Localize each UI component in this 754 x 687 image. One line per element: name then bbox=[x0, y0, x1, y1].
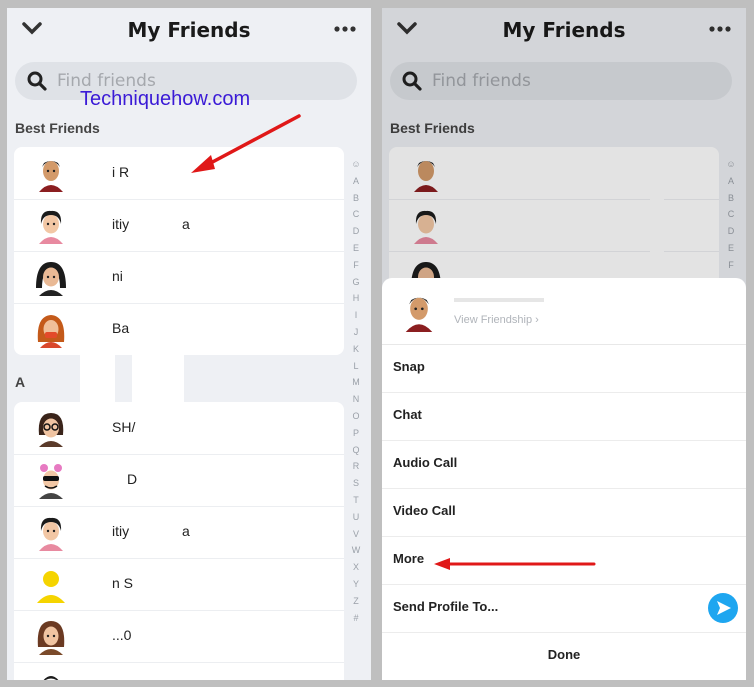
index-letter[interactable]: H bbox=[349, 290, 363, 307]
woman-brown-avatar bbox=[37, 621, 65, 655]
header: My Friends bbox=[7, 8, 371, 54]
man-avatar bbox=[43, 676, 59, 680]
friend-name: ni bbox=[112, 268, 123, 284]
redaction-mask bbox=[80, 353, 115, 403]
index-letter[interactable]: Y bbox=[349, 576, 363, 593]
friend-name: itiy bbox=[112, 216, 130, 232]
friend-action-sheet: View Friendship › Snap Chat Audio Call V… bbox=[382, 278, 746, 680]
index-letter[interactable]: L bbox=[349, 358, 363, 375]
action-label: Chat bbox=[393, 407, 422, 422]
index-letter[interactable]: M bbox=[349, 374, 363, 391]
section-a: A bbox=[15, 374, 26, 390]
friend-name-suffix: a bbox=[182, 216, 190, 232]
friend-name: itiy bbox=[112, 523, 130, 539]
best-friends-list: i R itiy a ni Ba bbox=[14, 147, 344, 355]
index-letter[interactable]: K bbox=[349, 341, 363, 358]
page-title: My Friends bbox=[127, 18, 251, 42]
index-letter[interactable]: J bbox=[349, 324, 363, 341]
friend-name: n S bbox=[112, 575, 134, 591]
woman-dark-avatar bbox=[36, 262, 66, 296]
action-label: More bbox=[393, 551, 425, 566]
index-letter[interactable]: W bbox=[349, 542, 363, 559]
done-button[interactable]: Done bbox=[382, 632, 746, 680]
index-letter[interactable]: F bbox=[349, 257, 363, 274]
index-letter[interactable]: ☺ bbox=[349, 156, 363, 173]
more-button[interactable]: More bbox=[382, 536, 746, 585]
list-item[interactable]: ...0 bbox=[14, 610, 344, 663]
action-label: Video Call bbox=[393, 503, 456, 518]
done-label: Done bbox=[547, 647, 581, 662]
list-item[interactable]: Ba bbox=[14, 303, 344, 355]
index-letter[interactable]: D bbox=[349, 223, 363, 240]
redaction-mask bbox=[132, 353, 184, 403]
list-item[interactable]: itiy a bbox=[14, 199, 344, 252]
audio-call-button[interactable]: Audio Call bbox=[382, 440, 746, 489]
glasses-avatar bbox=[38, 413, 64, 447]
more-options-icon[interactable] bbox=[333, 20, 357, 38]
list-item[interactable]: D bbox=[14, 454, 344, 507]
friends-list-screen: My Friends Find friends Techniquehow.com… bbox=[7, 8, 371, 680]
index-letter[interactable]: Z bbox=[349, 593, 363, 610]
man-avatar bbox=[39, 161, 63, 192]
action-label: Snap bbox=[393, 359, 425, 374]
send-arrow-icon[interactable] bbox=[708, 593, 738, 623]
index-letter[interactable]: V bbox=[349, 526, 363, 543]
friend-name: ...0 bbox=[112, 627, 132, 643]
index-letter[interactable]: E bbox=[349, 240, 363, 257]
send-profile-button[interactable]: Send Profile To... bbox=[382, 584, 746, 633]
index-letter[interactable]: N bbox=[349, 391, 363, 408]
index-letter[interactable]: B bbox=[349, 190, 363, 207]
index-letter[interactable]: O bbox=[349, 408, 363, 425]
profile-header[interactable]: View Friendship › bbox=[382, 278, 746, 345]
sunglasses-avatar bbox=[39, 464, 63, 499]
section-best-friends: Best Friends bbox=[15, 120, 100, 136]
friends-list-a: SH/ D itiy a n S ...0 bbox=[14, 402, 344, 680]
index-letter[interactable]: S bbox=[349, 475, 363, 492]
list-item[interactable]: i R bbox=[14, 147, 344, 200]
friend-name: D bbox=[127, 471, 138, 487]
index-letter[interactable]: X bbox=[349, 559, 363, 576]
search-icon bbox=[27, 71, 47, 91]
friend-name: Ba bbox=[112, 320, 130, 336]
view-friendship-link[interactable]: View Friendship › bbox=[454, 314, 539, 326]
woman-avatar bbox=[39, 517, 63, 551]
friend-name-suffix: a bbox=[182, 523, 190, 539]
profile-name-redacted bbox=[454, 292, 544, 302]
list-item[interactable]: SH/ bbox=[14, 402, 344, 455]
index-letter[interactable]: Q bbox=[349, 442, 363, 459]
list-item[interactable]: ni bbox=[14, 251, 344, 304]
woman-avatar bbox=[39, 210, 63, 244]
index-letter[interactable]: C bbox=[349, 206, 363, 223]
index-letter[interactable]: U bbox=[349, 509, 363, 526]
friend-name: SH/ bbox=[112, 419, 136, 435]
index-letter[interactable]: A bbox=[349, 173, 363, 190]
view-friendship-label: View Friendship bbox=[454, 314, 533, 326]
index-letter[interactable]: I bbox=[349, 307, 363, 324]
chevron-right-icon: › bbox=[535, 314, 539, 326]
avatar bbox=[405, 297, 433, 332]
list-item[interactable]: n S bbox=[14, 558, 344, 611]
index-letter[interactable]: R bbox=[349, 458, 363, 475]
video-call-button[interactable]: Video Call bbox=[382, 488, 746, 537]
default-avatar bbox=[37, 571, 65, 603]
index-letter[interactable]: T bbox=[349, 492, 363, 509]
chat-button[interactable]: Chat bbox=[382, 392, 746, 441]
index-letter[interactable]: # bbox=[349, 610, 363, 627]
list-item[interactable] bbox=[14, 662, 344, 680]
friend-name: i R bbox=[112, 164, 130, 180]
list-item[interactable]: itiy a bbox=[14, 506, 344, 559]
action-label: Audio Call bbox=[393, 455, 458, 470]
friend-action-screen: My Friends Find friends Best Friends ☺ A… bbox=[382, 8, 746, 680]
index-letter[interactable]: G bbox=[349, 274, 363, 291]
snap-button[interactable]: Snap bbox=[382, 344, 746, 393]
redhead-avatar bbox=[37, 315, 65, 348]
alphabet-index[interactable]: ☺ A B C D E F G H I J K L M N O P Q R S … bbox=[349, 156, 363, 626]
index-letter[interactable]: P bbox=[349, 425, 363, 442]
watermark-text: Techniquehow.com bbox=[80, 88, 251, 110]
action-label: Send Profile To... bbox=[393, 599, 499, 614]
